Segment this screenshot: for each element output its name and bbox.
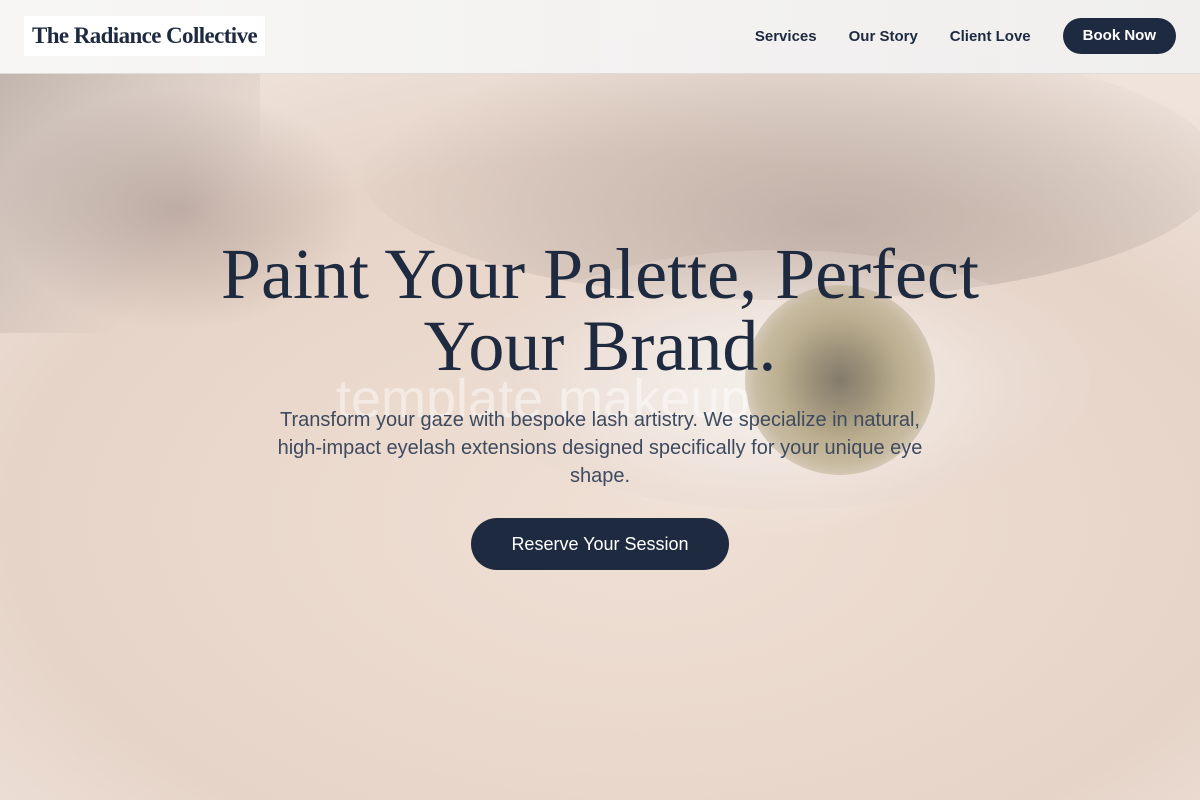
reserve-session-button[interactable]: Reserve Your Session bbox=[471, 518, 729, 570]
nav-link-services[interactable]: Services bbox=[755, 28, 817, 45]
book-now-button[interactable]: Book Now bbox=[1062, 18, 1176, 54]
top-navbar: The Radiance Collective Services Our Sto… bbox=[0, 0, 1200, 74]
nav-link-our-story[interactable]: Our Story bbox=[849, 28, 918, 45]
nav-link-client-love[interactable]: Client Love bbox=[950, 28, 1031, 45]
hero-section: Paint Your Palette, Perfect Your Brand. … bbox=[150, 238, 1050, 570]
nav-links: Services Our Story Client Love Book Now bbox=[755, 18, 1176, 54]
brand-logo[interactable]: The Radiance Collective bbox=[24, 16, 266, 56]
hero-title: Paint Your Palette, Perfect Your Brand. bbox=[221, 234, 979, 386]
hero-subtitle: Transform your gaze with bespoke lash ar… bbox=[277, 409, 923, 487]
